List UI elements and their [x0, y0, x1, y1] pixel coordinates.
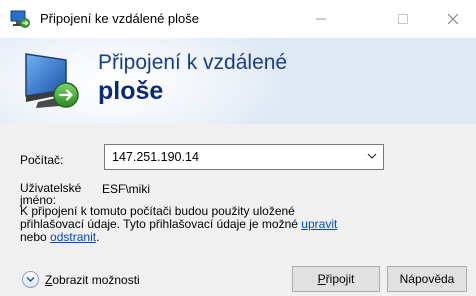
info-line3-pre: nebo: [20, 230, 47, 244]
header-banner: Připojení k vzdálené ploše: [0, 38, 476, 124]
connect-accel: P: [317, 272, 326, 286]
remote-desktop-icon: [25, 53, 79, 108]
close-button[interactable]: [430, 0, 476, 38]
help-button[interactable]: Nápověda: [387, 266, 467, 292]
remote-desktop-app-icon: [10, 10, 30, 28]
computer-value[interactable]: 147.251.190.14: [112, 150, 199, 164]
info-line3-post: .: [96, 230, 100, 244]
credentials-info: K připojení k tomuto počítači budou použ…: [20, 205, 360, 244]
username-value: ESF\miki: [102, 182, 150, 196]
delete-credentials-link[interactable]: odstranit: [50, 230, 96, 244]
chevron-down-icon[interactable]: [367, 152, 377, 160]
maximize-icon: [398, 14, 408, 24]
show-options-label[interactable]: Zobrazit možnosti: [45, 273, 140, 287]
chevron-down-icon: [26, 277, 35, 282]
banner-title-line2: ploše: [98, 77, 164, 105]
maximize-button[interactable]: [380, 0, 426, 38]
minimize-icon: [316, 18, 326, 20]
banner-title-line1: Připojení k vzdálené: [98, 51, 288, 74]
connect-rest: řipojit: [325, 272, 355, 286]
computer-combobox[interactable]: 147.251.190.14: [104, 144, 384, 170]
edit-credentials-link[interactable]: upravit: [301, 217, 337, 231]
info-line2-text: přihlašovací údaje. Tyto přihlašovací úd…: [20, 217, 298, 231]
show-options-rest: obrazit možnosti: [52, 272, 140, 287]
minimize-button[interactable]: [298, 0, 344, 38]
window-title: Připojení ke vzdálené ploše: [40, 11, 199, 26]
show-options-toggle[interactable]: Zobrazit možnosti: [22, 271, 140, 288]
title-bar: Připojení ke vzdálené ploše: [0, 0, 476, 38]
connect-button[interactable]: Připojit: [292, 266, 380, 292]
close-icon: [447, 13, 459, 25]
username-label: Uživatelské jméno:: [20, 182, 81, 206]
options-expand-button[interactable]: [22, 271, 39, 288]
info-line3: nebo odstranit.: [20, 231, 360, 244]
computer-label: Počítač:: [20, 153, 64, 167]
